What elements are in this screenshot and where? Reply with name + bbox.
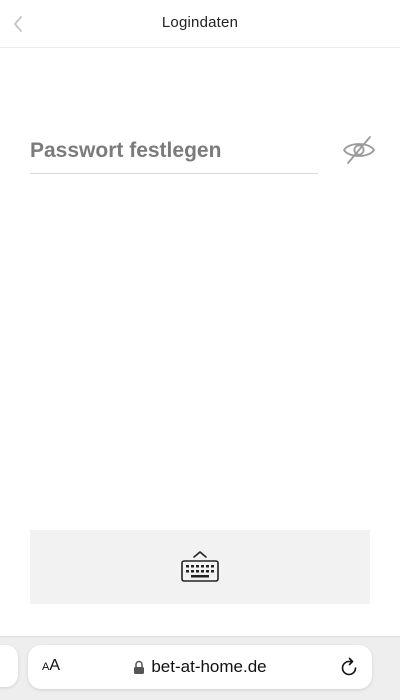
show-keyboard-button[interactable] <box>30 530 370 604</box>
page: Logindaten AA bet-at-home.de <box>0 0 400 700</box>
password-row <box>30 128 320 176</box>
url-text: bet-at-home.de <box>151 657 267 676</box>
keyboard-icon <box>181 551 219 582</box>
page-title: Logindaten <box>161 14 239 31</box>
browser-toolbar: AA bet-at-home.de <box>0 636 400 700</box>
url-display[interactable]: bet-at-home.de <box>88 657 312 677</box>
reload-button[interactable] <box>338 656 360 678</box>
header: Logindaten <box>0 0 400 48</box>
password-input[interactable] <box>30 128 318 174</box>
previous-tab[interactable] <box>0 645 18 687</box>
text-size-label-large: A <box>49 657 61 674</box>
eye-off-icon <box>343 136 375 164</box>
text-size-button[interactable]: AA <box>42 657 60 675</box>
lock-icon <box>134 660 145 674</box>
password-visibility-toggle[interactable] <box>340 133 378 167</box>
address-bar[interactable]: AA bet-at-home.de <box>28 645 372 689</box>
reload-icon <box>341 657 357 676</box>
